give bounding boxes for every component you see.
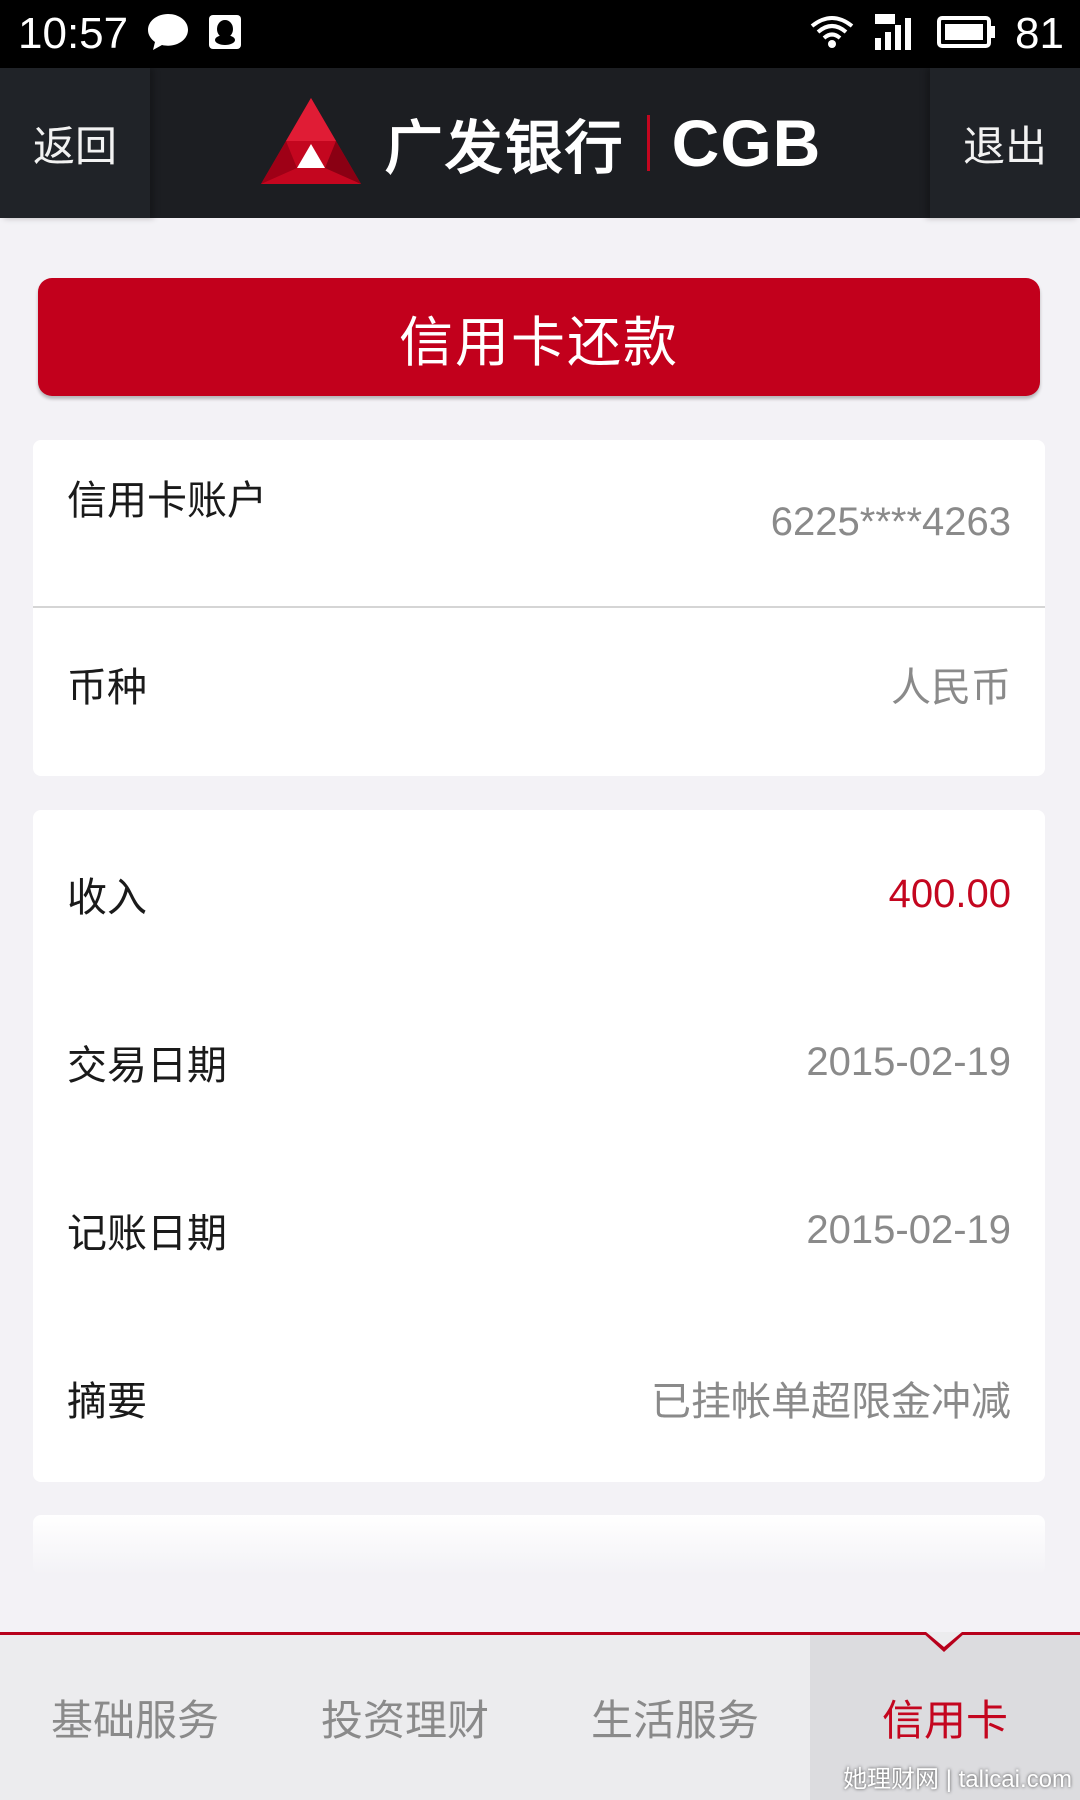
- nav-bar: 返回 广发银行 CGB 退出: [0, 68, 1080, 218]
- summary-value: 已挂帐单超限金冲减: [651, 1379, 1011, 1425]
- transaction-date-row: 交易日期 2015-02-19: [33, 1022, 1045, 1102]
- logout-button[interactable]: 退出: [930, 68, 1080, 218]
- transaction-date-value: 2015-02-19: [806, 1039, 1011, 1084]
- chat-bubble-icon: [146, 12, 190, 56]
- posting-date-row: 记账日期 2015-02-19: [33, 1190, 1045, 1270]
- qq-icon: [208, 14, 242, 54]
- account-card: 信用卡账户 6225****4263 币种 人民币: [33, 440, 1045, 776]
- divider: [33, 606, 1045, 608]
- page-title: 信用卡还款: [38, 278, 1040, 396]
- cgb-logo-icon: [259, 96, 363, 190]
- brand-name: 广发银行: [384, 114, 625, 182]
- currency-label: 币种: [67, 665, 147, 711]
- status-bar: 10:57 81: [0, 0, 1080, 68]
- posting-date-value: 2015-02-19: [806, 1207, 1011, 1252]
- income-row: 收入 400.00: [33, 854, 1045, 934]
- wifi-icon: [809, 12, 855, 56]
- currency-value: 人民币: [891, 665, 1011, 711]
- account-value-row: 6225****4263: [33, 492, 1045, 552]
- transaction-detail-card: 收入 400.00 交易日期 2015-02-19 记账日期 2015-02-1…: [33, 810, 1045, 1482]
- account-number: 6225****4263: [770, 499, 1011, 544]
- tab-investment[interactable]: 投资理财: [270, 1635, 540, 1800]
- income-label: 收入: [67, 875, 147, 921]
- brand-separator: [646, 115, 650, 171]
- summary-label: 摘要: [67, 1379, 147, 1425]
- tab-life-services[interactable]: 生活服务: [540, 1635, 810, 1800]
- status-left: 10:57: [18, 9, 242, 59]
- next-card-partial: [33, 1515, 1045, 1575]
- tab-basic-services[interactable]: 基础服务: [0, 1635, 270, 1800]
- status-right: 81: [809, 9, 1064, 59]
- back-button[interactable]: 返回: [0, 68, 150, 218]
- posting-date-label: 记账日期: [67, 1211, 227, 1257]
- watermark: 她理财网 | talicai.com: [843, 1766, 1072, 1793]
- transaction-date-label: 交易日期: [67, 1043, 227, 1089]
- income-value: 400.00: [888, 871, 1011, 916]
- currency-row: 币种 人民币: [33, 644, 1045, 724]
- signal-3g-icon: [873, 12, 919, 56]
- status-time: 10:57: [18, 9, 129, 58]
- battery-percent: 81: [1015, 9, 1064, 58]
- brand-abbr: CGB: [671, 106, 822, 180]
- brand-logo: 广发银行 CGB: [259, 96, 822, 190]
- summary-row: 摘要 已挂帐单超限金冲减: [33, 1358, 1045, 1438]
- battery-icon: [937, 15, 997, 53]
